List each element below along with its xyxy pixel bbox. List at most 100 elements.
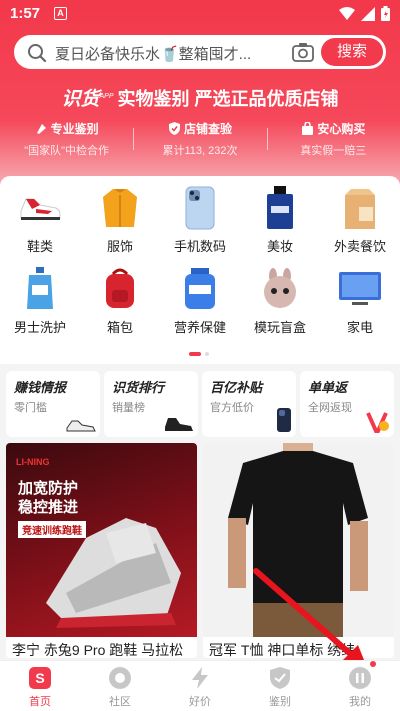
shield-icon — [270, 667, 290, 689]
promo-title: 单单返 — [308, 380, 348, 395]
feature-title: 专业鉴别 — [50, 122, 99, 136]
status-icons — [339, 6, 390, 21]
sneaker-icon — [20, 198, 61, 220]
promo-title: 百亿补贴 — [210, 380, 263, 395]
feature-professional[interactable]: 专业鉴别 "国家队"中检合作 — [0, 120, 133, 158]
feature-row: 专业鉴别 "国家队"中检合作 店铺查验 累计113, 232次 安心购买 真实假… — [0, 120, 400, 158]
search-bar[interactable]: 夏日必备快乐水🥤整箱囤才... 搜索 — [14, 35, 386, 69]
promo-ranking[interactable]: 识货排行 销量榜 — [104, 371, 198, 437]
promo-row: 赚钱情报 零门槛 识货排行 销量榜 百亿补贴 官方低价 单单返 全网返现 — [6, 371, 394, 437]
category-label: 鞋类 — [26, 239, 53, 254]
shopping-bag-icon — [302, 122, 314, 135]
tab-appraisal[interactable]: 鉴别 — [240, 661, 320, 711]
promo-subsidy[interactable]: 百亿补贴 官方低价 — [202, 371, 296, 437]
phone-icon — [185, 186, 215, 230]
search-input[interactable]: 夏日必备快乐水🥤整箱囤才... — [55, 43, 295, 64]
appraisal-icon — [36, 124, 46, 134]
search-button[interactable]: 搜索 — [321, 38, 383, 66]
profile-icon — [349, 667, 371, 689]
category-shoes[interactable]: 鞋类 — [0, 186, 80, 255]
promo-sub: 官方低价 — [210, 402, 254, 414]
feature-store-check[interactable]: 店铺查验 累计113, 232次 — [133, 120, 266, 158]
toy-figure-icon — [264, 268, 296, 308]
product-card[interactable]: LI-NING 加宽防护 稳控推进 竞速训练跑鞋 李宁 赤兔9 Pro 跑鞋 马拉… — [6, 443, 197, 658]
category-label: 营养保健 — [173, 320, 226, 335]
product-image — [203, 443, 394, 637]
slogan: 识货APP 实物鉴别 严选正品优质店铺 — [0, 84, 400, 111]
promo-earn-info[interactable]: 赚钱情报 零门槛 — [6, 371, 100, 437]
community-icon — [109, 667, 131, 689]
page-dot — [205, 352, 209, 356]
svg-text:S: S — [35, 670, 44, 686]
category-nutrition[interactable]: 营养保健 — [160, 267, 240, 336]
feature-sub: 真实假一赔三 — [300, 145, 367, 157]
product-card[interactable]: 冠军 T恤 神口单标 绣纬 — [203, 443, 394, 658]
status-bar: 1:57 A — [0, 0, 400, 28]
cashback-badge-icon — [366, 412, 389, 433]
page-indicator — [189, 352, 209, 356]
category-beauty[interactable]: 美妆 — [240, 186, 320, 255]
category-label: 箱包 — [106, 320, 133, 335]
shield-check-icon — [168, 122, 180, 135]
tab-label: 社区 — [109, 696, 131, 708]
perfume-icon — [267, 186, 293, 229]
promo-title: 赚钱情报 — [14, 380, 67, 395]
slogan-text: 实物鉴别 严选正品优质店铺 — [117, 89, 339, 109]
tab-profile[interactable]: 我的 — [320, 661, 400, 711]
notification-icon: A — [54, 7, 67, 20]
brand-app-tag: APP — [99, 93, 114, 100]
feature-sub: 累计113, 232次 — [162, 145, 238, 157]
category-label: 手机数码 — [173, 239, 226, 254]
tab-home[interactable]: S 首页 — [0, 661, 80, 711]
product-feed: LI-NING 加宽防护 稳控推进 竞速训练跑鞋 李宁 赤兔9 Pro 跑鞋 马拉… — [6, 443, 394, 658]
product-title: 李宁 赤兔9 Pro 跑鞋 马拉松 — [12, 642, 184, 658]
product-image: LI-NING 加宽防护 稳控推进 竞速训练跑鞋 — [6, 443, 197, 637]
category-men-care[interactable]: 男士洗护 — [0, 267, 80, 336]
status-time: 1:57 — [10, 5, 41, 22]
backpack-icon — [106, 268, 134, 308]
camera-icon[interactable] — [292, 42, 314, 62]
tab-label: 好价 — [189, 696, 211, 708]
category-label: 服饰 — [106, 239, 133, 254]
category-label: 男士洗护 — [13, 320, 66, 335]
tv-icon — [339, 272, 381, 305]
tab-deals[interactable]: 好价 — [160, 661, 240, 711]
category-panel: 鞋类 服饰 手机数码 美妆 外卖餐饮 男士洗护 箱包 营养保健 模玩盲盒 家电 — [0, 176, 400, 364]
category-toys[interactable]: 模玩盲盒 — [240, 267, 320, 336]
tab-label: 我的 — [349, 696, 371, 708]
promo-sub: 全网返现 — [308, 402, 352, 414]
feature-title: 店铺查验 — [183, 122, 232, 136]
category-label: 外卖餐饮 — [333, 239, 386, 254]
notification-dot — [370, 661, 376, 667]
home-icon: S — [29, 667, 51, 689]
takeout-bag-icon — [345, 189, 375, 229]
feature-safe-buy[interactable]: 安心购买 真实假一赔三 — [266, 120, 400, 158]
signal-icon — [361, 6, 375, 21]
tab-label: 鉴别 — [269, 696, 291, 708]
feature-title: 安心购买 — [317, 122, 366, 136]
promo-sub: 零门槛 — [14, 402, 47, 414]
brand-name: 识货 — [61, 89, 100, 110]
tab-community[interactable]: 社区 — [80, 661, 160, 711]
promo-title: 识货排行 — [112, 380, 165, 395]
lightning-icon — [192, 667, 208, 689]
bottom-tab-bar: S 首页 社区 好价 鉴别 我的 — [0, 660, 400, 711]
category-appliances[interactable]: 家电 — [320, 267, 400, 336]
category-grid: 鞋类 服饰 手机数码 美妆 外卖餐饮 男士洗护 箱包 营养保健 模玩盲盒 家电 — [0, 186, 400, 336]
promo-cashback[interactable]: 单单返 全网返现 — [300, 371, 394, 437]
phone-thumb-icon — [277, 408, 291, 432]
jacket-icon — [103, 189, 137, 227]
battery-icon — [381, 6, 390, 21]
page-dot-active — [189, 352, 201, 356]
wifi-icon — [339, 7, 355, 20]
feature-sub: "国家队"中检合作 — [24, 145, 110, 157]
shampoo-icon — [27, 267, 53, 309]
category-apparel[interactable]: 服饰 — [80, 186, 160, 255]
category-takeout[interactable]: 外卖餐饮 — [320, 186, 400, 255]
category-digital[interactable]: 手机数码 — [160, 186, 240, 255]
tab-label: 首页 — [29, 696, 51, 708]
supplement-icon — [185, 268, 215, 309]
category-label: 模玩盲盒 — [253, 320, 306, 335]
product-title: 冠军 T恤 神口单标 绣纬 — [209, 642, 356, 658]
category-bags[interactable]: 箱包 — [80, 267, 160, 336]
